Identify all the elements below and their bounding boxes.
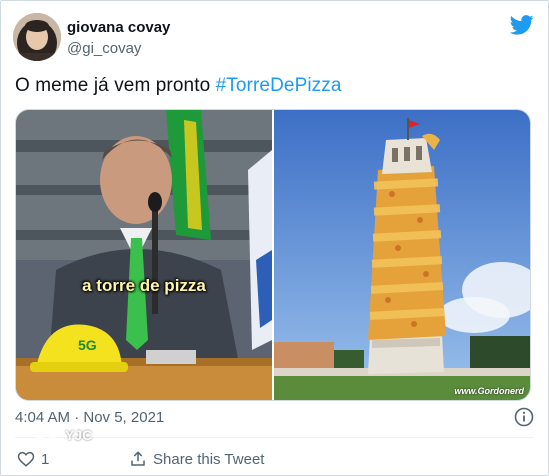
tweet-card: giovana covay @gi_covay O meme já vem pr… <box>0 0 549 476</box>
avatar[interactable] <box>13 13 61 61</box>
like-count: 1 <box>41 450 50 468</box>
meme-speaker-image[interactable]: 5G a torre de pizza <box>16 110 272 400</box>
cap-label: 5G <box>78 337 97 353</box>
author-name[interactable]: giovana covay <box>67 19 170 36</box>
author-handle[interactable]: @gi_covay <box>67 40 141 57</box>
tweet-body: O meme já vem pronto <box>15 75 216 96</box>
twitter-bird-icon[interactable] <box>510 15 534 35</box>
like-button[interactable]: 1 <box>17 450 49 468</box>
pizza-tower-image[interactable]: www.Gordonerd <box>274 110 530 400</box>
share-tweet-button[interactable]: Share this Tweet <box>129 450 264 468</box>
tweet-media[interactable]: 5G a torre de pizza www.Gordonerd <box>15 109 531 401</box>
yjc-logo-text: YJC <box>65 427 93 443</box>
hashtag-link[interactable]: #TorreDePizza <box>216 75 342 96</box>
heart-icon <box>17 451 35 467</box>
share-icon <box>131 451 145 466</box>
meme-caption: a torre de pizza <box>82 276 206 295</box>
tweet-text: O meme já vem pronto #TorreDePizza <box>15 75 342 97</box>
divider <box>15 437 534 438</box>
share-label: Share this Tweet <box>153 450 265 468</box>
yjc-logo-overlay: YJC <box>31 423 92 447</box>
info-icon[interactable] <box>514 407 534 427</box>
yjc-logo-icon <box>35 426 57 443</box>
image-watermark: www.Gordonerd <box>454 386 524 396</box>
